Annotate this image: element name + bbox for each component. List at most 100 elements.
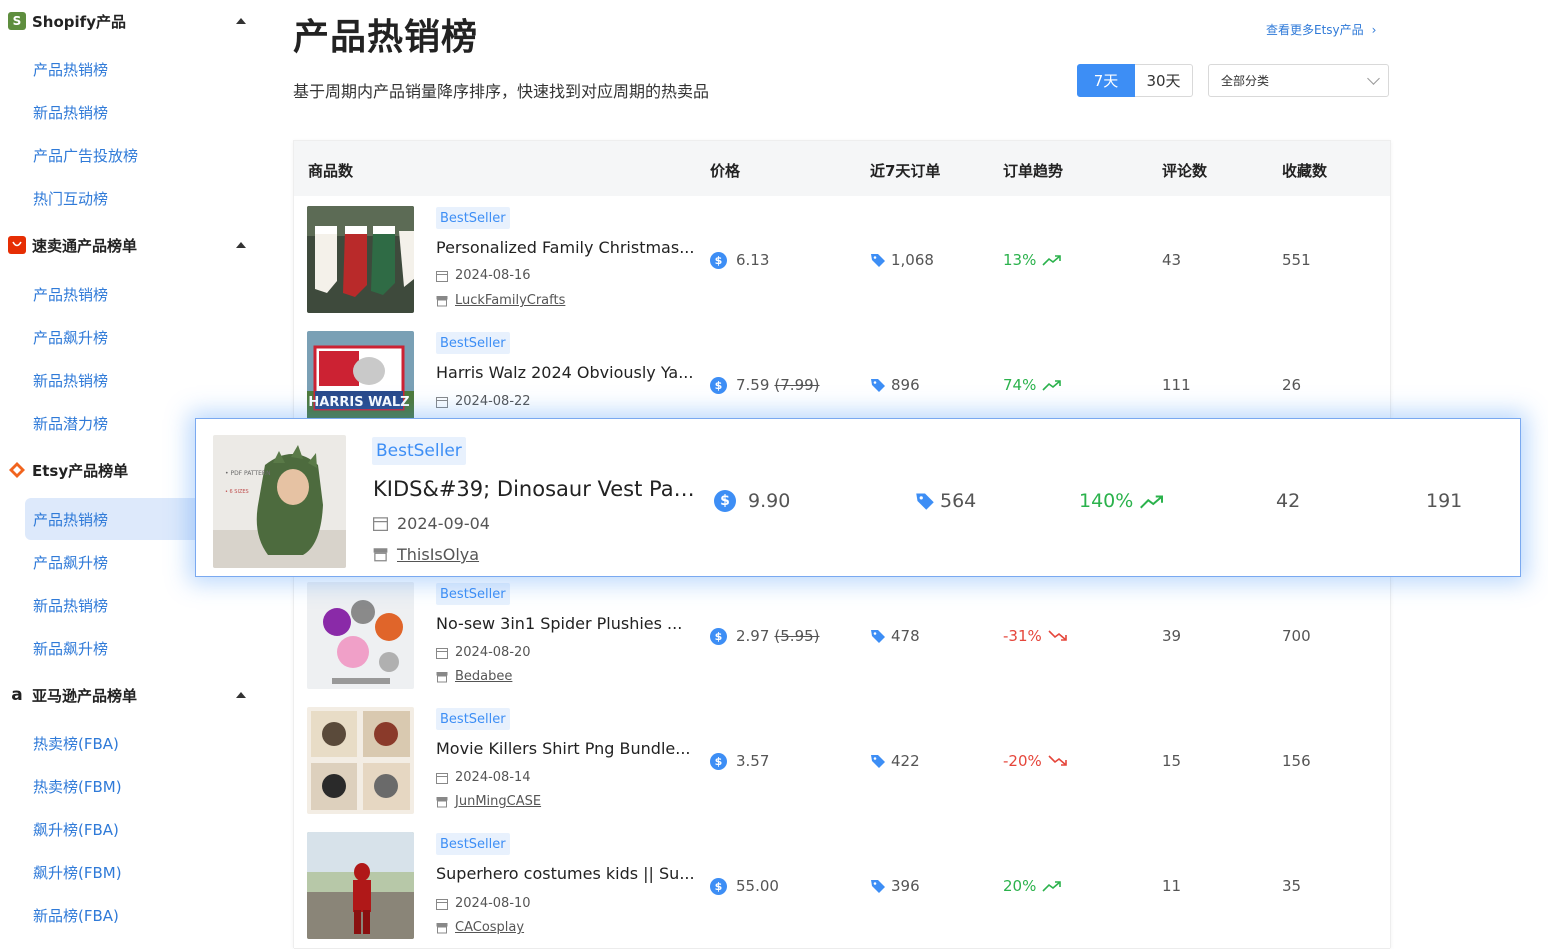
calendar-icon: [436, 898, 448, 910]
price-value: 3.57: [736, 752, 770, 770]
product-date: 2024-09-04: [373, 514, 490, 533]
date-text: 2024-08-14: [455, 770, 531, 785]
sidebar-item[interactable]: 产品飙升榜: [25, 316, 262, 358]
sidebar-item[interactable]: 产品热销榜: [25, 273, 262, 315]
product-thumbnail[interactable]: [307, 206, 414, 313]
sidebar-section-amazon[interactable]: a 亚马逊产品榜单: [8, 682, 252, 708]
sidebar-item[interactable]: 热卖榜(FBA): [25, 722, 262, 764]
shop-link[interactable]: ThisIsOlya: [397, 545, 479, 564]
sidebar-item[interactable]: 产品广告投放榜: [25, 134, 262, 176]
shop-icon: [436, 922, 448, 933]
reviews-cell: 15: [1162, 752, 1182, 770]
favorites-cell: 35: [1282, 877, 1302, 895]
col-reviews[interactable]: 评论数: [1162, 160, 1207, 181]
price-value: 2.97: [736, 627, 770, 645]
product-shop[interactable]: JunMingCASE: [436, 794, 541, 809]
shop-link[interactable]: JunMingCASE: [455, 794, 541, 809]
product-shop[interactable]: LuckFamilyCrafts: [436, 293, 565, 308]
shop-link[interactable]: LuckFamilyCrafts: [455, 293, 565, 308]
category-select[interactable]: 全部分类: [1208, 64, 1389, 97]
shop-icon: [436, 671, 448, 682]
table-row[interactable]: BestSeller Superhero costumes kids || Su…: [294, 823, 1390, 949]
sidebar-item[interactable]: 新品榜(FBA): [25, 894, 262, 936]
trend-up-icon: [1042, 881, 1062, 892]
col-orders[interactable]: 近7天订单: [870, 160, 940, 181]
sidebar-item[interactable]: 新品飙升榜: [25, 627, 262, 669]
favorites-cell: 551: [1282, 251, 1311, 269]
chevron-right-icon: ›: [1371, 22, 1377, 37]
shop-link[interactable]: CACosplay: [455, 920, 524, 935]
orders-value: 564: [940, 490, 977, 512]
product-shop[interactable]: Bedabee: [436, 669, 512, 684]
aliexpress-icon: [8, 236, 26, 254]
trend-cell: -31%: [1003, 627, 1068, 645]
favorites-cell: 156: [1282, 752, 1311, 770]
product-name[interactable]: Movie Killers Shirt Png Bundle...: [436, 739, 698, 758]
product-name[interactable]: KIDS&#39; Dinosaur Vest Patt...: [373, 477, 695, 501]
col-price[interactable]: 价格: [710, 160, 740, 181]
sidebar-item[interactable]: 热卖榜(FBM): [25, 765, 262, 807]
sidebar-item[interactable]: 热门互动榜: [25, 177, 262, 219]
price-cell: $ 3.57: [710, 752, 769, 770]
sidebar-section-shopify[interactable]: S Shopify产品: [8, 8, 252, 34]
product-date: 2024-08-20: [436, 645, 531, 660]
more-etsy-link[interactable]: 查看更多Etsy产品 ›: [1266, 21, 1376, 38]
product-name[interactable]: Personalized Family Christmas...: [436, 238, 698, 257]
svg-text:HARRIS WALZ: HARRIS WALZ: [308, 395, 409, 410]
page-title: 产品热销榜: [293, 17, 479, 58]
sidebar-item[interactable]: 飙升榜(FBA): [25, 808, 262, 850]
price-value: 6.13: [736, 251, 770, 269]
highlighted-row[interactable]: • PDF PATTERN • 6 SIZES BestSeller KIDS&…: [195, 418, 1521, 577]
product-name[interactable]: Superhero costumes kids || Su...: [436, 864, 698, 883]
svg-text:• PDF PATTERN: • PDF PATTERN: [225, 470, 271, 477]
table-row[interactable]: BestSeller Personalized Family Christmas…: [294, 197, 1390, 323]
caret-up-icon[interactable]: [236, 18, 246, 24]
trend-value: 74%: [1003, 376, 1037, 394]
product-thumbnail[interactable]: [307, 582, 414, 689]
period-7-button[interactable]: 7天: [1077, 64, 1135, 97]
product-thumbnail[interactable]: [307, 832, 414, 939]
sidebar-item[interactable]: 飙升榜(FBM): [25, 851, 262, 893]
product-shop[interactable]: ThisIsOlya: [373, 545, 479, 564]
trend-cell: 140%: [1079, 490, 1165, 512]
date-text: 2024-08-10: [455, 896, 531, 911]
caret-up-icon[interactable]: [236, 242, 246, 248]
price-value: 7.59: [736, 376, 770, 394]
product-date: 2024-08-16: [436, 268, 531, 283]
calendar-icon: [436, 270, 448, 282]
trend-up-icon: [1042, 380, 1062, 391]
date-text: 2024-08-22: [455, 394, 531, 409]
col-favorites[interactable]: 收藏数: [1282, 160, 1327, 181]
sidebar-item[interactable]: 新品热销榜: [25, 359, 262, 401]
shopify-icon: S: [8, 12, 26, 30]
table-row[interactable]: BestSeller Movie Killers Shirt Png Bundl…: [294, 698, 1390, 824]
trend-value: 140%: [1079, 490, 1134, 512]
trend-down-icon: [1048, 755, 1067, 766]
sidebar-item[interactable]: 新品热销榜: [25, 91, 262, 133]
sidebar-item[interactable]: 产品热销榜: [25, 48, 262, 90]
product-thumbnail[interactable]: [307, 707, 414, 814]
calendar-icon: [436, 396, 448, 408]
shop-link[interactable]: Bedabee: [455, 669, 512, 684]
date-text: 2024-09-04: [397, 514, 490, 533]
col-trend[interactable]: 订单趋势: [1003, 160, 1063, 181]
table-row[interactable]: BestSeller No-sew 3in1 Spider Plushies .…: [294, 573, 1390, 699]
sidebar-section-aliexpress[interactable]: 速卖通产品榜单: [8, 232, 252, 258]
shop-icon: [436, 295, 448, 306]
orders-cell: 478: [870, 627, 920, 645]
shop-icon: [436, 796, 448, 807]
calendar-icon: [373, 517, 388, 531]
price-cell: $ 9.90: [714, 490, 790, 512]
orders-cell: 896: [870, 376, 920, 394]
old-price: (5.95): [774, 627, 820, 645]
price-cell: $ 55.00: [710, 877, 779, 895]
product-shop[interactable]: CACosplay: [436, 920, 524, 935]
period-30-button[interactable]: 30天: [1135, 64, 1193, 97]
sidebar-item[interactable]: 新品热销榜: [25, 584, 262, 626]
dollar-icon: $: [710, 627, 727, 645]
price-cell: $ 6.13: [710, 251, 769, 269]
caret-up-icon[interactable]: [236, 692, 246, 698]
product-name[interactable]: Harris Walz 2024 Obviously Ya...: [436, 363, 698, 382]
product-thumbnail[interactable]: • PDF PATTERN • 6 SIZES: [213, 435, 346, 568]
product-name[interactable]: No-sew 3in1 Spider Plushies ...: [436, 614, 698, 633]
